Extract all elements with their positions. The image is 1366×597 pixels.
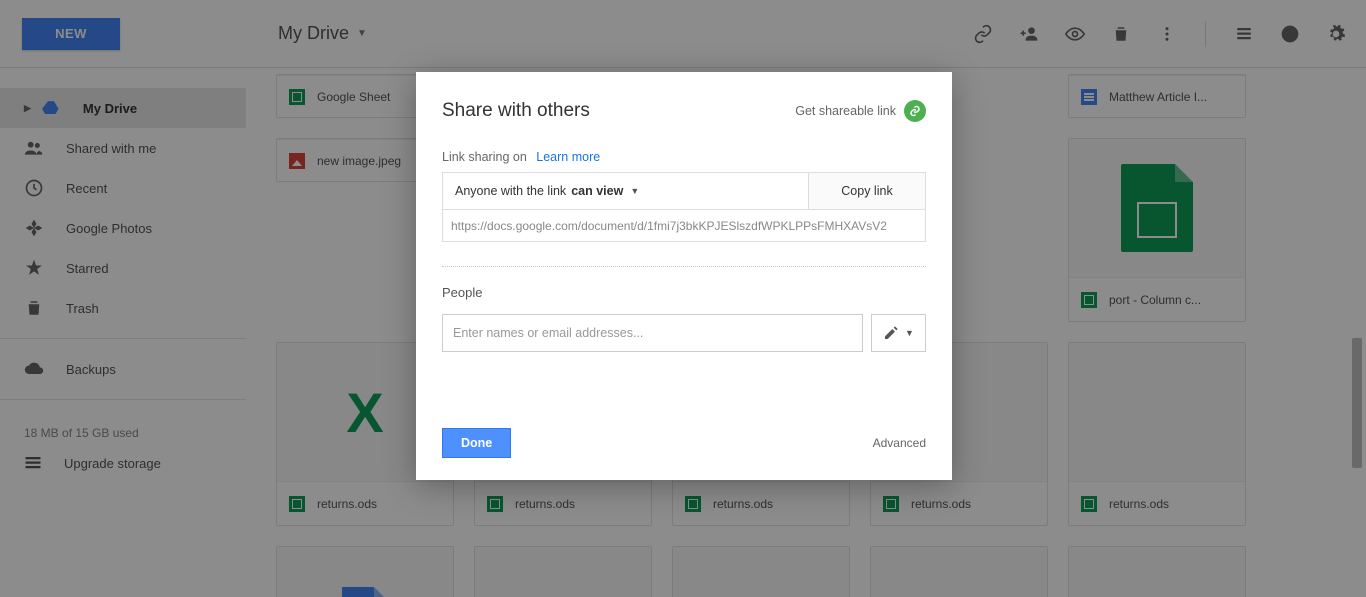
permission-row: Anyone with the link can view ▼ Copy lin…	[442, 172, 926, 210]
learn-more-link[interactable]: Learn more	[536, 150, 600, 164]
link-icon	[904, 100, 926, 122]
people-permission-dropdown[interactable]: ▼	[871, 314, 926, 352]
divider	[442, 266, 926, 267]
people-input[interactable]	[442, 314, 863, 352]
permission-prefix: Anyone with the link	[455, 184, 566, 198]
chevron-down-icon: ▼	[630, 186, 639, 196]
advanced-link[interactable]: Advanced	[873, 436, 926, 450]
pencil-icon	[883, 325, 899, 341]
permission-selector[interactable]: Anyone with the link can view ▼	[443, 173, 809, 209]
copy-link-button[interactable]: Copy link	[809, 173, 925, 209]
get-link-label: Get shareable link	[795, 104, 896, 118]
share-dialog: Share with others Get shareable link Lin…	[416, 72, 952, 480]
permission-level: can view	[571, 184, 623, 198]
dialog-title: Share with others	[442, 100, 590, 122]
get-shareable-link[interactable]: Get shareable link	[795, 100, 926, 122]
link-sharing-status: Link sharing on Learn more	[442, 150, 926, 164]
done-button[interactable]: Done	[442, 428, 511, 458]
people-label: People	[442, 285, 926, 300]
share-url[interactable]: https://docs.google.com/document/d/1fmi7…	[442, 210, 926, 242]
chevron-down-icon: ▼	[905, 328, 914, 338]
